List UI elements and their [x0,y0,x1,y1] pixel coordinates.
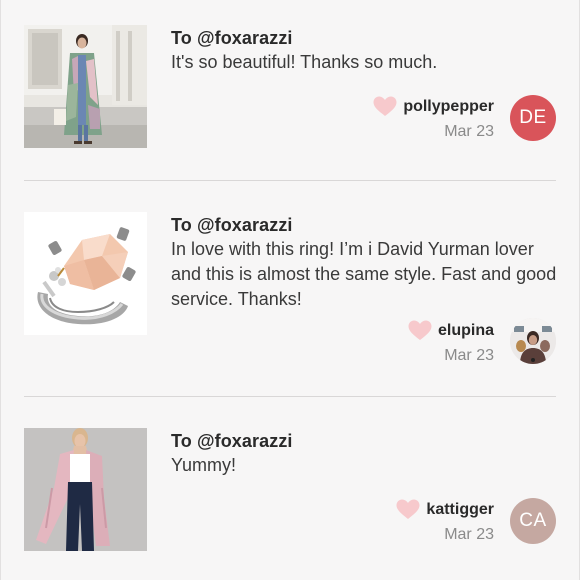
avatar-initials: CA [519,510,547,531]
heart-icon[interactable] [373,96,397,117]
review-recipient[interactable]: To @foxarazzi [171,431,293,452]
reviewer-username[interactable]: pollypepper [403,98,494,116]
woman-in-pink-cardigan-photo [24,428,147,551]
avatar-initials: DE [519,107,547,128]
avatar[interactable]: DE [510,95,556,141]
review-date: Mar 23 [444,347,494,364]
divider [24,396,556,397]
heart-icon[interactable] [396,499,420,520]
divider [24,180,556,181]
avatar[interactable] [510,318,556,364]
review-meta: kattigger Mar 23 [396,499,494,544]
review-message: Yummy! [171,455,237,475]
review-message: It's so beautiful! Thanks so much. [171,52,438,72]
review-meta: elupina Mar 23 [408,320,494,365]
review-recipient[interactable]: To @foxarazzi [171,28,293,49]
review-thumbnail[interactable] [24,212,147,335]
rose-quartz-ring-photo [24,212,147,335]
avatar-photo [510,318,556,364]
reviewer-username[interactable]: elupina [438,322,494,340]
avatar[interactable]: CA [510,498,556,544]
left-edge-line [0,0,1,580]
woman-in-floral-coat-photo [24,25,147,148]
reviews-feed: To @foxarazzi It's so beautiful! Thanks … [0,0,580,580]
review-recipient[interactable]: To @foxarazzi [171,215,293,236]
review-message: In love with this ring! I’m i David Yurm… [171,239,557,309]
heart-icon[interactable] [408,320,432,341]
review-meta: pollypepper Mar 23 [373,96,494,141]
review-thumbnail[interactable] [24,25,147,148]
review-date: Mar 23 [444,526,494,543]
reviewer-username[interactable]: kattigger [426,501,494,519]
review-date: Mar 23 [444,123,494,140]
review-thumbnail[interactable] [24,428,147,551]
